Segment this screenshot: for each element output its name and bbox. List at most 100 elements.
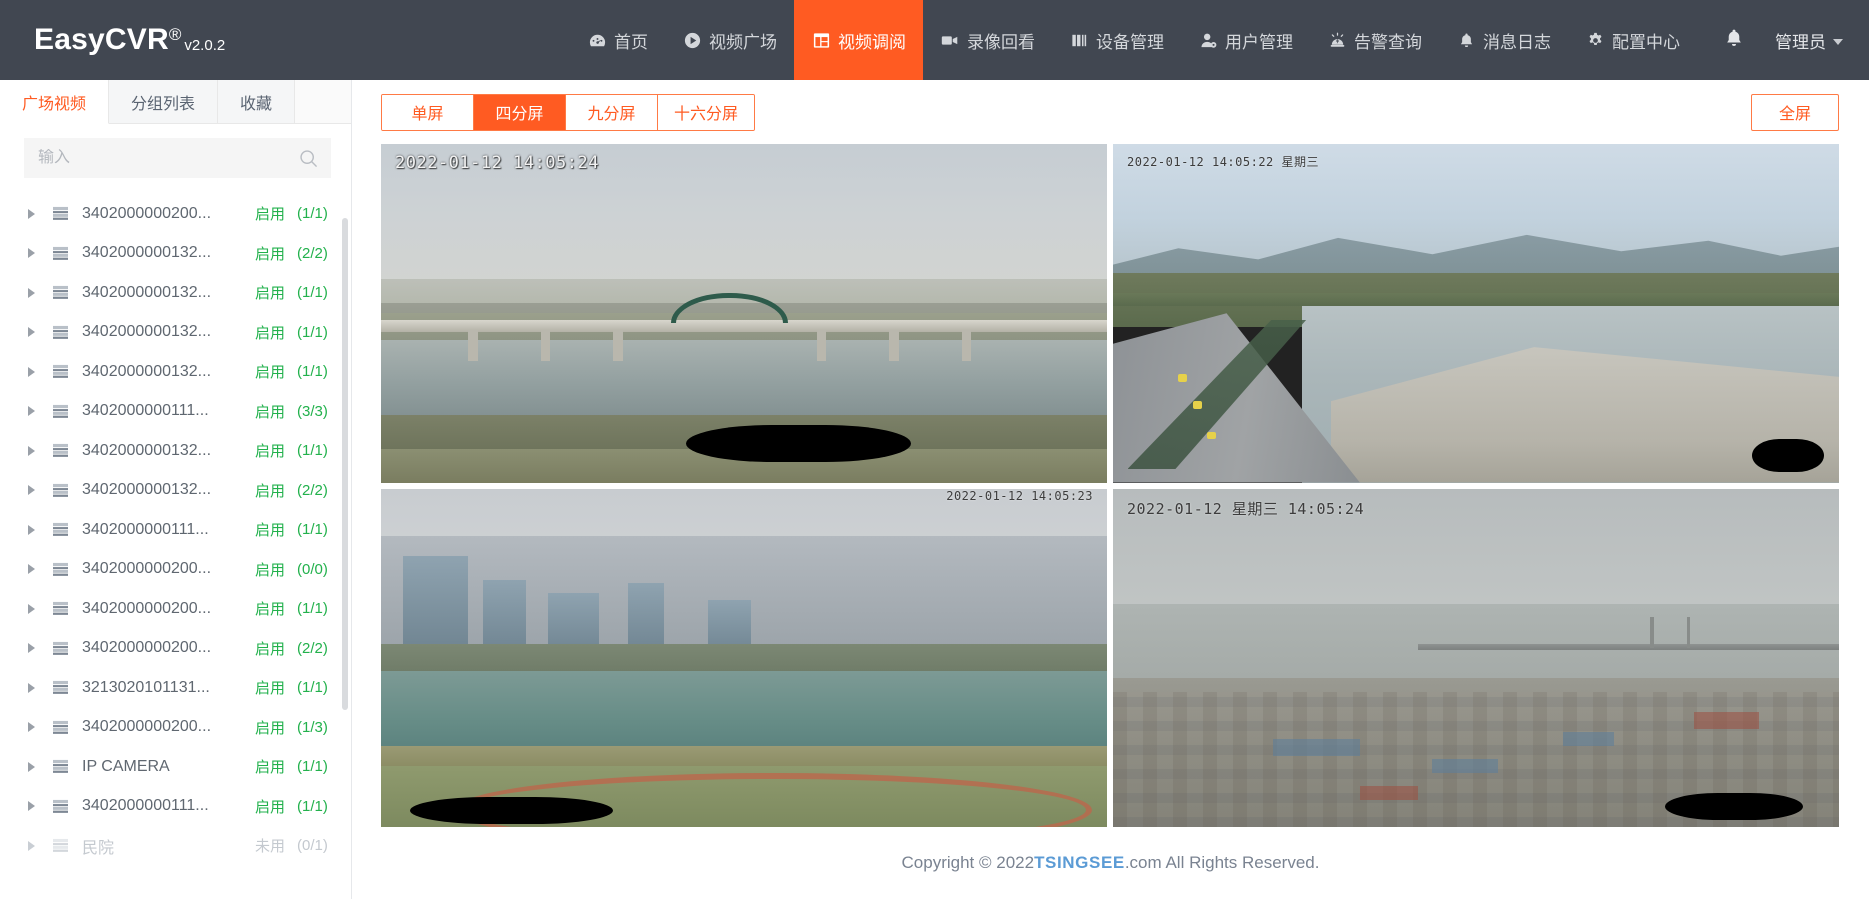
chevron-right-icon[interactable]: [28, 366, 44, 377]
chevron-right-icon[interactable]: [28, 840, 44, 851]
nav-item-label: 消息日志: [1483, 32, 1551, 52]
tree-item[interactable]: 民院 未用 (0/1): [0, 826, 351, 866]
privacy-mask: [685, 424, 911, 463]
alarm-icon: [1327, 30, 1347, 50]
tree-item-status: 启用: [254, 719, 285, 737]
split-button-single[interactable]: 单屏: [382, 94, 474, 130]
user-menu[interactable]: 管理员: [1767, 28, 1843, 53]
tree-item-status: 启用: [254, 324, 285, 342]
tree-item[interactable]: 3402000000200... 启用 (1/1): [0, 589, 351, 629]
tree-item[interactable]: IP CAMERA 启用 (1/1): [0, 747, 351, 787]
sidebar-scrollbar[interactable]: [342, 218, 348, 710]
nav-item-message-log[interactable]: 消息日志: [1439, 0, 1568, 80]
tree-item-label: 3213020101131...: [82, 678, 210, 696]
device-icon: [52, 483, 70, 498]
sidebar-tab-plaza-video[interactable]: 广场视频: [0, 80, 110, 124]
chevron-right-icon[interactable]: [28, 327, 44, 338]
chevron-right-icon[interactable]: [28, 761, 44, 772]
chevron-right-icon[interactable]: [28, 445, 44, 456]
chevron-right-icon[interactable]: [28, 564, 44, 575]
play-circle-icon: [682, 30, 702, 50]
chevron-right-icon[interactable]: [28, 485, 44, 496]
tree-item-label: 3402000000200...: [82, 560, 212, 578]
split-button-nine[interactable]: 九分屏: [566, 94, 658, 130]
search-input[interactable]: [38, 149, 298, 167]
tree-item-count: (3/3): [297, 402, 328, 420]
tree-item[interactable]: 3402000000132... 启用 (2/2): [0, 234, 351, 274]
tree-item-label: 3402000000132...: [82, 283, 212, 301]
tree-item-status: 启用: [254, 561, 285, 579]
top-navigation-bar: EasyCVR ® v2.0.2 首页 视频广场 视频调阅 录像回看 设备管理 …: [0, 0, 1869, 80]
device-icon: [52, 838, 70, 853]
tree-item[interactable]: 3402000000132... 启用 (1/1): [0, 431, 351, 471]
tree-item-label: 3402000000132...: [82, 323, 212, 341]
video-cell-top-right[interactable]: 2022-01-12 14:05:22 星期三: [1113, 144, 1839, 483]
tree-item-count: (1/1): [297, 284, 328, 302]
tree-item[interactable]: 3402000000200... 启用 (0/0): [0, 550, 351, 590]
nav-item-alarm-query[interactable]: 告警查询: [1310, 0, 1439, 80]
split-button-four[interactable]: 四分屏: [474, 94, 566, 130]
tree-item[interactable]: 3402000000111... 启用 (1/1): [0, 510, 351, 550]
split-button-label: 四分屏: [495, 106, 544, 123]
tree-item[interactable]: 3402000000132... 启用 (1/1): [0, 273, 351, 313]
brand-logo: EasyCVR ® v2.0.2: [0, 23, 245, 57]
footer-copyright-suffix: .com All Rights Reserved.: [1124, 853, 1320, 872]
nav-item-config-center[interactable]: 配置中心: [1568, 0, 1697, 80]
video-cell-top-left[interactable]: 2022-01-12 14:05:24: [381, 144, 1107, 483]
chevron-right-icon[interactable]: [28, 248, 44, 259]
fullscreen-button[interactable]: 全屏: [1751, 93, 1839, 131]
chevron-right-icon[interactable]: [28, 682, 44, 693]
tree-item[interactable]: 3402000000200... 启用 (1/3): [0, 708, 351, 748]
tree-item-status: 启用: [254, 798, 285, 816]
notification-bell-button[interactable]: [1697, 27, 1767, 54]
tree-item[interactable]: 3213020101131... 启用 (1/1): [0, 668, 351, 708]
nav-item-playback[interactable]: 录像回看: [923, 0, 1052, 80]
tree-item[interactable]: 3402000000200... 启用 (2/2): [0, 629, 351, 669]
nav-item-label: 设备管理: [1096, 32, 1164, 52]
tree-item[interactable]: 3402000000111... 启用 (1/1): [0, 787, 351, 827]
tree-item-label: 3402000000200...: [82, 204, 212, 222]
tree-item-count: (0/1): [297, 837, 328, 855]
tree-item[interactable]: 3402000000132... 启用 (1/1): [0, 352, 351, 392]
tree-item[interactable]: 3402000000200... 启用 (1/1): [0, 194, 351, 234]
main-panel: 单屏 四分屏 九分屏 十六分屏 全屏 2022-01-12 14:05:24 2…: [352, 80, 1869, 827]
device-tree[interactable]: 3402000000200... 启用 (1/1) 3402000000132... 启…: [0, 188, 351, 899]
nav-item-user-management[interactable]: 用户管理: [1181, 0, 1310, 80]
tree-item-status: 启用: [254, 601, 285, 619]
video-cell-bottom-right[interactable]: 2022-01-12 星期三 14:05:24: [1113, 488, 1839, 827]
chevron-right-icon[interactable]: [28, 406, 44, 417]
video-stream-image: [1113, 144, 1839, 483]
tree-item[interactable]: 3402000000111... 启用 (3/3): [0, 392, 351, 432]
chevron-right-icon[interactable]: [28, 801, 44, 812]
tree-item-count: (1/1): [297, 442, 328, 460]
chevron-right-icon[interactable]: [28, 603, 44, 614]
chevron-right-icon[interactable]: [28, 208, 44, 219]
nav-item-video-plaza[interactable]: 视频广场: [665, 0, 794, 80]
chevron-right-icon[interactable]: [28, 524, 44, 535]
split-button-sixteen[interactable]: 十六分屏: [658, 94, 755, 130]
split-mode-group: 单屏 四分屏 九分屏 十六分屏: [381, 93, 756, 131]
chevron-right-icon[interactable]: [28, 643, 44, 654]
nav-item-home[interactable]: 首页: [570, 0, 665, 80]
footer-copyright-prefix: Copyright © 2022: [901, 853, 1035, 872]
tree-item-label: 3402000000132...: [82, 244, 212, 262]
video-cell-bottom-left[interactable]: 2022-01-12 14:05:23: [381, 488, 1107, 827]
device-icon: [52, 601, 70, 616]
tree-item-status: 启用: [254, 364, 285, 382]
search-box[interactable]: [24, 138, 331, 178]
tree-item-status: 启用: [254, 759, 285, 777]
video-toolbar: 单屏 四分屏 九分屏 十六分屏 全屏: [352, 80, 1869, 144]
tree-item-label: 3402000000111...: [82, 797, 209, 815]
sidebar-tab-favorites[interactable]: 收藏: [218, 80, 296, 123]
tree-item[interactable]: 3402000000132... 启用 (2/2): [0, 471, 351, 511]
tree-item[interactable]: 3402000000132... 启用 (1/1): [0, 313, 351, 353]
fullscreen-button-label: 全屏: [1778, 106, 1811, 123]
nav-item-device-management[interactable]: 设备管理: [1052, 0, 1181, 80]
search-icon[interactable]: [298, 148, 319, 169]
tree-item-count: (1/1): [297, 758, 328, 776]
chevron-right-icon[interactable]: [28, 722, 44, 733]
sidebar-tab-group-list[interactable]: 分组列表: [109, 80, 219, 123]
nav-item-video-review[interactable]: 视频调阅: [794, 0, 923, 80]
chevron-right-icon[interactable]: [28, 287, 44, 298]
sidebar: 广场视频 分组列表 收藏 3402000000200...启用(1/1)3402…: [0, 80, 352, 899]
